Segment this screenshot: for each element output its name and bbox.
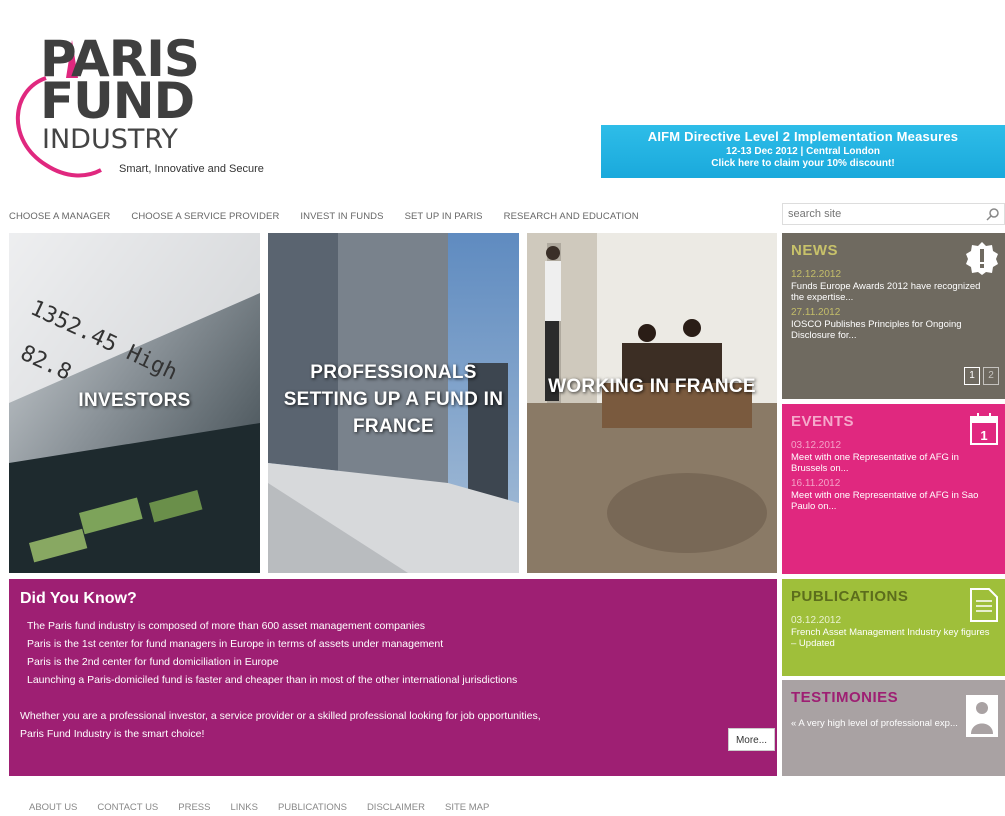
main-nav: CHOOSE A MANAGER CHOOSE A SERVICE PROVID…	[9, 211, 660, 225]
logo-industry-text: INDUSTRY	[42, 124, 178, 155]
event-item-date: 03.12.2012	[791, 440, 842, 451]
tile-investors-label: INVESTORS	[78, 390, 191, 411]
event-item-text: Meet with one Representative of AFG in S…	[791, 490, 979, 512]
publications-items: 03.12.2012 French Asset Management Indus…	[791, 615, 991, 653]
nav-invest-in-funds[interactable]: INVEST IN FUNDS	[300, 211, 383, 225]
site-logo[interactable]: PARIS FUND INDUSTRY Smart, Innovative an…	[6, 30, 296, 180]
tile-working-label: WORKING IN FRANCE	[548, 376, 756, 397]
events-panel[interactable]: EVENTS 1 03.12.2012 Meet with one Repres…	[782, 404, 1005, 574]
news-page-2[interactable]: 2	[983, 367, 999, 385]
testimony-item[interactable]: « A very high level of professional exp.…	[791, 718, 991, 729]
did-you-know-title: Did You Know?	[20, 590, 137, 607]
publications-title: PUBLICATIONS	[791, 588, 909, 605]
banner-cta: Click here to claim your 10% discount!	[711, 158, 895, 169]
nav-research-education[interactable]: RESEARCH AND EDUCATION	[504, 211, 639, 225]
search-icon[interactable]	[986, 207, 1000, 221]
testimonies-title: TESTIMONIES	[791, 689, 899, 706]
event-item[interactable]: 03.12.2012 Meet with one Representative …	[791, 440, 991, 474]
footer-disclaimer[interactable]: DISCLAIMER	[367, 802, 425, 813]
news-item[interactable]: 27.11.2012 IOSCO Publishes Principles fo…	[791, 307, 991, 341]
news-item[interactable]: 12.12.2012 Funds Europe Awards 2012 have…	[791, 269, 991, 303]
working-photo	[527, 233, 777, 573]
search-input[interactable]	[783, 204, 973, 224]
events-items: 03.12.2012 Meet with one Representative …	[791, 440, 991, 516]
news-title: NEWS	[791, 242, 838, 259]
footer-site-map[interactable]: SITE MAP	[445, 802, 489, 813]
news-pager: 1 2	[964, 367, 999, 385]
nav-choose-manager[interactable]: CHOOSE A MANAGER	[9, 211, 110, 225]
news-page-1[interactable]: 1	[964, 367, 980, 385]
footer-contact-us[interactable]: CONTACT US	[97, 802, 158, 813]
testimonies-panel[interactable]: TESTIMONIES « A very high level of profe…	[782, 680, 1005, 776]
publication-item[interactable]: 03.12.2012 French Asset Management Indus…	[791, 615, 991, 649]
footer-about-us[interactable]: ABOUT US	[29, 802, 77, 813]
banner-date: 12-13 Dec 2012 | Central London	[726, 146, 880, 157]
nav-choose-service-provider[interactable]: CHOOSE A SERVICE PROVIDER	[131, 211, 279, 225]
testimonies-items: « A very high level of professional exp.…	[791, 718, 991, 733]
did-you-know-section: Did You Know? The Paris fund industry is…	[9, 579, 777, 776]
publications-panel[interactable]: PUBLICATIONS 03.12.2012 French Asset Man…	[782, 579, 1005, 676]
publication-item-date: 03.12.2012	[791, 615, 842, 626]
testimony-item-text: « A very high level of professional exp.…	[791, 718, 958, 729]
event-item-date: 16.11.2012	[791, 478, 841, 489]
news-item-text: Funds Europe Awards 2012 have recognized…	[791, 281, 981, 303]
closing-line-2: Paris Fund Industry is the smart choice!	[20, 728, 205, 740]
aifm-banner[interactable]: AIFM Directive Level 2 Implementation Me…	[601, 125, 1005, 178]
banner-title: AIFM Directive Level 2 Implementation Me…	[647, 129, 959, 144]
search-box	[782, 203, 1005, 225]
news-items: 12.12.2012 Funds Europe Awards 2012 have…	[791, 269, 991, 345]
event-item[interactable]: 16.11.2012 Meet with one Representative …	[791, 478, 991, 512]
nav-set-up-in-paris[interactable]: SET UP IN PARIS	[405, 211, 483, 225]
logo-fund-text: FUND	[40, 72, 195, 130]
events-title: EVENTS	[791, 413, 855, 430]
fact-item: The Paris fund industry is composed of m…	[27, 620, 426, 632]
event-item-text: Meet with one Representative of AFG in B…	[791, 452, 959, 474]
footer-publications[interactable]: PUBLICATIONS	[278, 802, 347, 813]
footer-nav: ABOUT US CONTACT US PRESS LINKS PUBLICAT…	[29, 802, 509, 813]
news-item-text: IOSCO Publishes Principles for Ongoing D…	[791, 319, 962, 341]
fact-item: Launching a Paris-domiciled fund is fast…	[27, 674, 518, 686]
tile-professionals-label: PROFESSIONALS SETTING UP A FUND IN FRANC…	[283, 362, 504, 437]
publication-item-text: French Asset Management Industry key fig…	[791, 627, 990, 649]
facts-list: The Paris fund industry is composed of m…	[27, 617, 517, 689]
news-item-date: 27.11.2012	[791, 307, 841, 318]
footer-press[interactable]: PRESS	[178, 802, 210, 813]
news-item-date: 12.12.2012	[791, 269, 842, 280]
closing-line-1: Whether you are a professional investor,…	[20, 710, 541, 722]
logo-tagline: Smart, Innovative and Secure	[119, 163, 264, 175]
more-button[interactable]: More...	[728, 728, 775, 751]
fact-item: Paris is the 1st center for fund manager…	[27, 638, 444, 650]
fact-item: Paris is the 2nd center for fund domicil…	[27, 656, 279, 668]
news-panel[interactable]: NEWS 12.12.2012 Funds Europe Awards 2012…	[782, 233, 1005, 399]
tile-working-in-france[interactable]: WORKING IN FRANCE	[527, 233, 777, 573]
footer-links[interactable]: LINKS	[230, 802, 257, 813]
tile-investors[interactable]: 1352.45 High 82.8 INVESTORS	[9, 233, 260, 573]
tile-professionals[interactable]: PROFESSIONALS SETTING UP A FUND IN FRANC…	[268, 233, 519, 573]
closing-text: Whether you are a professional investor,…	[20, 707, 541, 743]
